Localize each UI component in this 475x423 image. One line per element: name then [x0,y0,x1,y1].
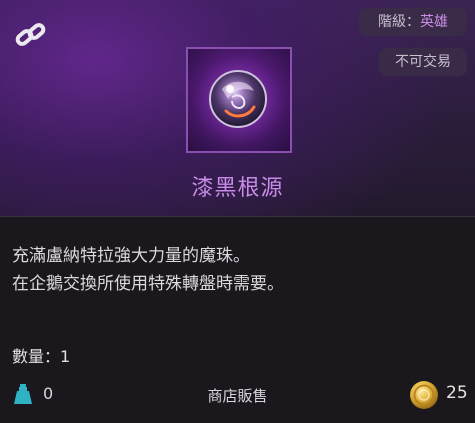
chain-link-icon[interactable] [14,20,48,50]
sell-row: 0 商店販售 25 [0,380,475,410]
dark-orb-icon [193,54,285,146]
trade-status-badge: 不可交易 [379,48,467,76]
description-line-2: 在企鵝交換所使用特殊轉盤時需要。 [12,274,284,294]
grade-value: 英雄 [420,14,448,30]
quantity-value: 1 [60,347,71,366]
item-icon-frame [186,47,292,153]
description-line-1: 充滿盧納特拉強大力量的魔珠。 [12,246,250,266]
sell-price: 25 [446,383,468,403]
shop-sell-label: 商店販售 [207,387,268,405]
grade-label: 階級： [378,14,420,30]
gold-coin-icon [410,381,438,409]
item-tooltip: 階級：英雄 不可交易 漆黑根源 充滿盧納特拉強大力量的魔珠。 在企鵝交換所使用特… [0,0,475,423]
quantity-label: 數量： [12,347,61,366]
item-name: 漆黑根源 [191,176,284,201]
item-description: 充滿盧納特拉強大力量的魔珠。 在企鵝交換所使用特殊轉盤時需要。 [12,242,284,298]
grade-badge: 階級：英雄 [359,8,467,36]
quantity: 數量：1 [12,343,70,367]
